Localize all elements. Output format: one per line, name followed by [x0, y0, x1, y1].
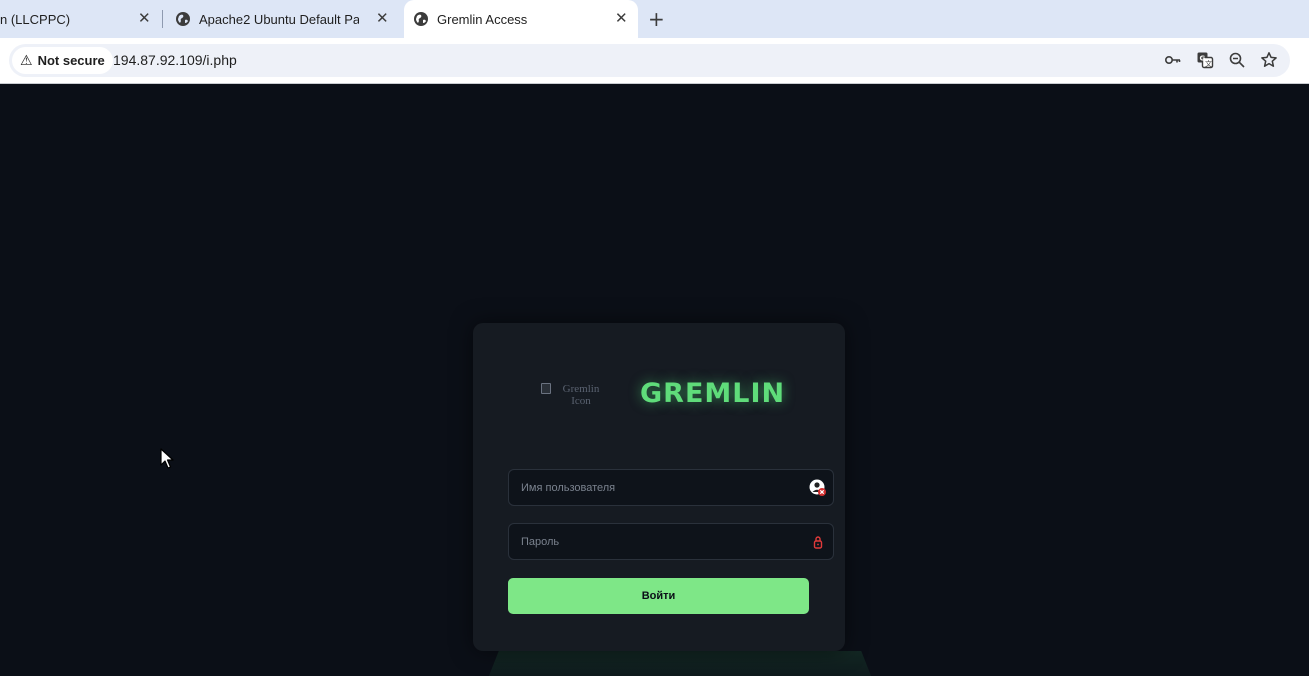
login-card: Gremlin Icon GREMLIN Войти — [473, 323, 845, 651]
bookmark-star-icon[interactable] — [1260, 51, 1278, 69]
close-tab-icon[interactable]: ✕ — [376, 9, 389, 27]
password-key-icon[interactable] — [1164, 51, 1182, 69]
globe-icon — [176, 12, 190, 26]
address-bar-actions: G文 — [1164, 51, 1278, 69]
close-tab-icon[interactable]: ✕ — [615, 9, 628, 27]
new-tab-button[interactable]: + — [648, 7, 665, 31]
tab-strip: n (LLCPPC) ✕ Apache2 Ubuntu Default Page… — [0, 0, 1309, 38]
password-field[interactable] — [508, 523, 834, 560]
password-manager-icon[interactable] — [809, 479, 827, 497]
tab-llcppc[interactable]: n (LLCPPC) ✕ — [0, 0, 160, 38]
username-input[interactable] — [509, 470, 833, 505]
site-security-chip[interactable]: ⚠ Not secure — [12, 47, 113, 74]
security-label: Not secure — [37, 53, 105, 68]
tab-title: Gremlin Access — [437, 11, 528, 27]
close-tab-icon[interactable]: ✕ — [138, 9, 151, 27]
card-glow — [483, 651, 877, 676]
warning-triangle-icon: ⚠ — [20, 52, 33, 69]
tab-gremlin-access[interactable]: Gremlin Access ✕ — [404, 0, 638, 38]
brand-title: GREMLIN — [640, 378, 786, 409]
tab-title: n (LLCPPC) — [0, 11, 71, 27]
tab-separator — [162, 10, 163, 28]
url-text[interactable]: 194.87.92.109/i.php — [113, 52, 237, 68]
globe-icon — [414, 12, 428, 26]
password-input[interactable] — [509, 524, 833, 559]
translate-icon[interactable]: G文 — [1196, 51, 1214, 69]
broken-image-icon: Gremlin Icon — [539, 383, 609, 413]
broken-image-placeholder — [541, 383, 551, 394]
username-field[interactable] — [508, 469, 834, 506]
svg-text:文: 文 — [1205, 59, 1212, 68]
page-content: Gremlin Icon GREMLIN Войти — [0, 85, 1309, 676]
logo-row: Gremlin Icon GREMLIN — [473, 375, 845, 415]
zoom-icon[interactable] — [1228, 51, 1246, 69]
lock-icon — [813, 536, 823, 549]
address-bar[interactable]: ⚠ Not secure 194.87.92.109/i.php G文 — [9, 44, 1290, 77]
tab-apache2[interactable]: Apache2 Ubuntu Default Page: ✕ — [175, 0, 400, 38]
mouse-cursor-icon — [160, 448, 174, 469]
browser-toolbar: ⚠ Not secure 194.87.92.109/i.php G文 — [0, 38, 1309, 84]
login-button[interactable]: Войти — [508, 578, 809, 614]
tab-title: Apache2 Ubuntu Default Page: — [199, 11, 359, 27]
